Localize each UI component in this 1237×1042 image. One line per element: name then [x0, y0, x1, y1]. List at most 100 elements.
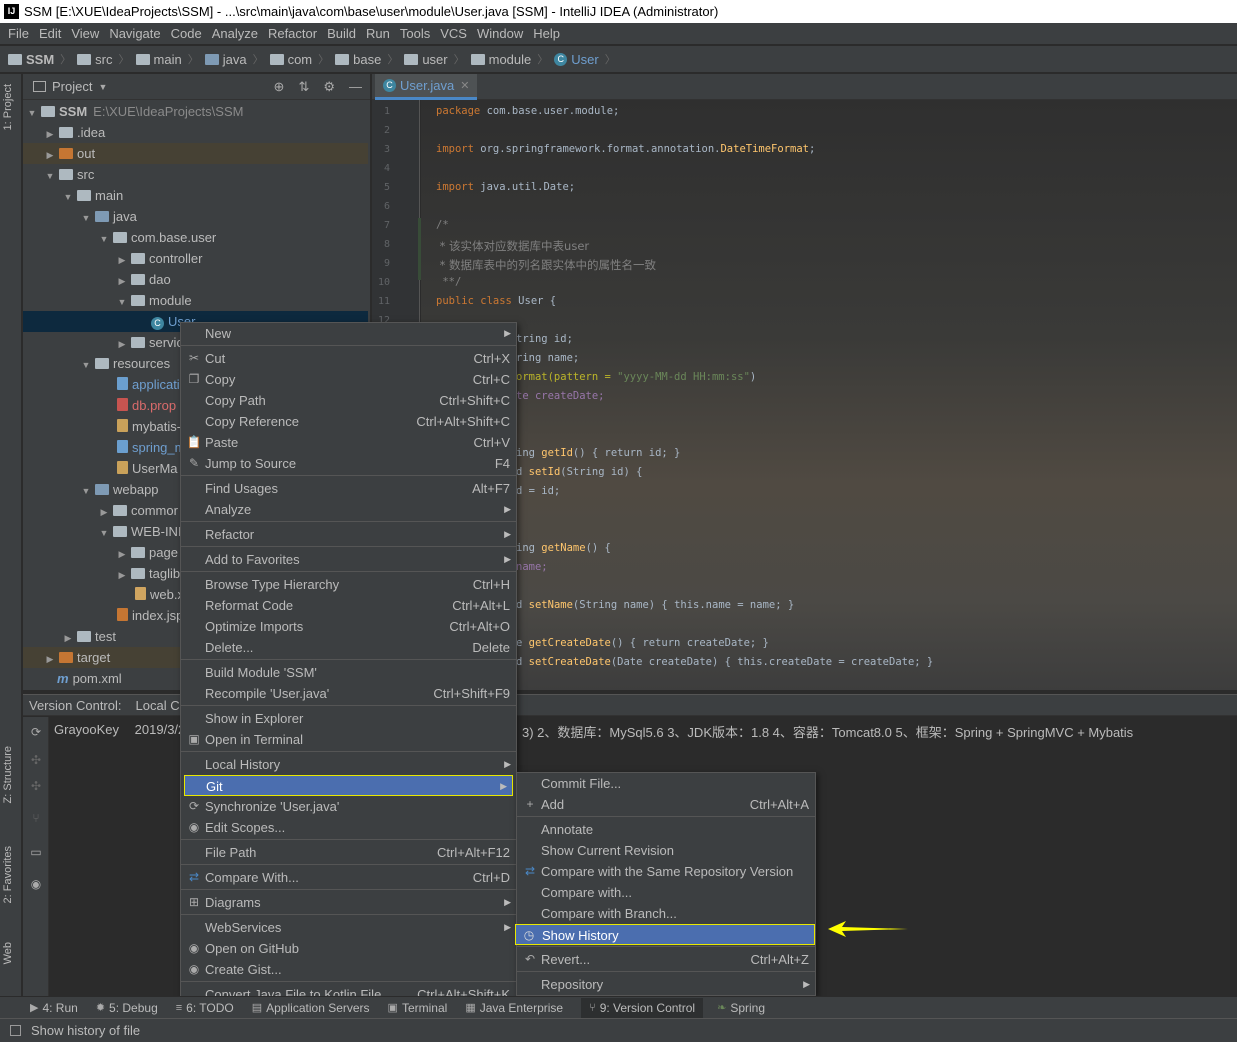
- breadcrumb-module[interactable]: module 〉: [470, 51, 548, 67]
- menu-item-copy-reference[interactable]: Copy Reference Ctrl+Alt+Shift+C: [181, 411, 516, 432]
- menu-item-local-history[interactable]: Local History ▶: [181, 754, 516, 775]
- menu-file[interactable]: File: [3, 26, 34, 41]
- tree-item-src[interactable]: ▼ src: [23, 164, 368, 185]
- menu-analyze[interactable]: Analyze: [207, 26, 263, 41]
- menu-item-compare-with[interactable]: ⇄ Compare With... Ctrl+D: [181, 867, 516, 888]
- breadcrumb-java[interactable]: java 〉: [204, 51, 264, 67]
- breadcrumb-main[interactable]: main 〉: [135, 51, 199, 67]
- menu-tools[interactable]: Tools: [395, 26, 435, 41]
- tab-application-servers[interactable]: ▤ Application Servers: [252, 1001, 370, 1015]
- tree-item-java[interactable]: ▼ java: [23, 206, 368, 227]
- tab-java-enterprise[interactable]: ▦ Java Enterprise: [465, 1001, 563, 1015]
- menu-item-delete[interactable]: Delete... Delete: [181, 637, 516, 658]
- menu-item-refactor[interactable]: Refactor ▶: [181, 524, 516, 545]
- refresh-icon[interactable]: ⟳: [29, 725, 43, 739]
- menu-item-create-gist[interactable]: ◉ Create Gist...: [181, 959, 516, 980]
- menu-vcs[interactable]: VCS: [435, 26, 472, 41]
- tab-project[interactable]: 1: Project: [2, 84, 14, 130]
- breadcrumb-base[interactable]: base 〉: [335, 51, 398, 67]
- breadcrumb-user[interactable]: user 〉: [404, 51, 465, 67]
- menu-edit[interactable]: Edit: [34, 26, 66, 41]
- tree-item-dao[interactable]: ▶ dao: [23, 269, 368, 290]
- menu-navigate[interactable]: Navigate: [104, 26, 165, 41]
- menu-code[interactable]: Code: [166, 26, 207, 41]
- menu-item-edit-scopes[interactable]: ◉ Edit Scopes...: [181, 817, 516, 838]
- menu-item-copy-path[interactable]: Copy Path Ctrl+Shift+C: [181, 390, 516, 411]
- tree-item-package[interactable]: ▼ com.base.user: [23, 227, 368, 248]
- project-panel-title[interactable]: Project: [52, 79, 92, 94]
- menu-help[interactable]: Help: [528, 26, 565, 41]
- tab-local-changes[interactable]: Local C: [136, 698, 180, 713]
- breadcrumb-ssm[interactable]: SSM 〉: [8, 51, 71, 67]
- close-icon[interactable]: ✕: [460, 79, 469, 92]
- menu-item-optimize-imports[interactable]: Optimize Imports Ctrl+Alt+O: [181, 616, 516, 637]
- github-icon[interactable]: ◉: [29, 877, 43, 891]
- tab-favorites[interactable]: 2: Favorites: [2, 846, 14, 903]
- menu-item-build-module[interactable]: Build Module 'SSM': [181, 662, 516, 683]
- tree-item-controller[interactable]: ▶ controller: [23, 248, 368, 269]
- menu-item-new[interactable]: New ▶: [181, 323, 516, 344]
- menu-item-show-current-revision[interactable]: Show Current Revision: [517, 840, 815, 861]
- menu-item-compare-with[interactable]: Compare with...: [517, 882, 815, 903]
- menu-item-annotate[interactable]: Annotate: [517, 819, 815, 840]
- menu-item-show-history[interactable]: ◷ Show History: [515, 924, 815, 945]
- code-editor[interactable]: package com.base.user.module; import org…: [421, 100, 1237, 690]
- menu-item-recompile[interactable]: Recompile 'User.java' Ctrl+Shift+F9: [181, 683, 516, 704]
- tab-spring[interactable]: ❧ Spring: [717, 1001, 765, 1015]
- tree-item-main[interactable]: ▼ main: [23, 185, 368, 206]
- menu-item-show-in-explorer[interactable]: Show in Explorer: [181, 708, 516, 729]
- menu-view[interactable]: View: [66, 26, 104, 41]
- menu-item-git[interactable]: Git ▶: [184, 775, 513, 796]
- chevron-down-icon[interactable]: ▼: [98, 82, 107, 92]
- menu-item-diagrams[interactable]: ⊞ Diagrams ▶: [181, 892, 516, 913]
- tab-version-control[interactable]: ⑂ 9: Version Control: [581, 997, 704, 1018]
- breadcrumb-src[interactable]: src 〉: [77, 51, 130, 67]
- menu-item-add-to-favorites[interactable]: Add to Favorites ▶: [181, 549, 516, 570]
- menu-item-open-in-terminal[interactable]: ▣ Open in Terminal: [181, 729, 516, 750]
- menu-item-compare-same-repo[interactable]: ⇄ Compare with the Same Repository Versio…: [517, 861, 815, 882]
- breadcrumb-com[interactable]: com 〉: [269, 51, 329, 67]
- menu-item-copy[interactable]: ❐ Copy Ctrl+C: [181, 369, 516, 390]
- tab-run[interactable]: ▶ 4: Run: [30, 1001, 78, 1015]
- tree-item-ssm[interactable]: ▼ SSM E:\XUE\IdeaProjects\SSM: [23, 101, 368, 122]
- collapse-all-icon[interactable]: ⇅: [298, 79, 309, 95]
- menu-item-find-usages[interactable]: Find Usages Alt+F7: [181, 478, 516, 499]
- tab-structure[interactable]: Z: Structure: [2, 746, 14, 803]
- menu-item-reformat-code[interactable]: Reformat Code Ctrl+Alt+L: [181, 595, 516, 616]
- commit-row[interactable]: GrayooKey 2019/3/2: [54, 722, 185, 737]
- tab-debug[interactable]: ✹ 5: Debug: [96, 1001, 158, 1015]
- menu-item-browse-type-hierarchy[interactable]: Browse Type Hierarchy Ctrl+H: [181, 574, 516, 595]
- menu-item-synchronize[interactable]: ⟳ Synchronize 'User.java': [181, 796, 516, 817]
- menu-item-cut[interactable]: ✂ Cut Ctrl+X: [181, 348, 516, 369]
- locate-icon[interactable]: ⊕: [274, 79, 285, 95]
- tool-window-toggle-icon[interactable]: [10, 1025, 21, 1036]
- menu-item-compare-with-branch[interactable]: Compare with Branch...: [517, 903, 815, 924]
- menu-item-webservices[interactable]: WebServices ▶: [181, 917, 516, 938]
- menu-build[interactable]: Build: [322, 26, 361, 41]
- editor-tab-user-java[interactable]: C User.java ✕: [375, 74, 478, 100]
- expand-arrow-icon[interactable]: ▼: [25, 103, 39, 124]
- cherry-pick-icon[interactable]: ✣: [29, 779, 43, 793]
- tree-item-idea[interactable]: ▶ .idea: [23, 122, 368, 143]
- details-icon[interactable]: ▭: [29, 845, 43, 859]
- breadcrumb-user-class[interactable]: C User 〉: [554, 51, 616, 67]
- branch-icon[interactable]: ⑂: [29, 811, 43, 825]
- menu-item-analyze[interactable]: Analyze ▶: [181, 499, 516, 520]
- menu-item-open-on-github[interactable]: ◉ Open on GitHub: [181, 938, 516, 959]
- menu-item-repository[interactable]: Repository ▶: [517, 974, 815, 995]
- cherry-pick-icon[interactable]: ✣: [29, 753, 43, 767]
- menu-item-revert[interactable]: ↶ Revert... Ctrl+Alt+Z: [517, 949, 815, 970]
- menu-item-add[interactable]: + Add Ctrl+Alt+A: [517, 794, 815, 815]
- menu-item-commit-file[interactable]: Commit File...: [517, 773, 815, 794]
- menu-item-file-path[interactable]: File Path Ctrl+Alt+F12: [181, 842, 516, 863]
- tree-item-module[interactable]: ▼ module: [23, 290, 368, 311]
- menu-refactor[interactable]: Refactor: [263, 26, 322, 41]
- menu-window[interactable]: Window: [472, 26, 528, 41]
- menu-item-jump-to-source[interactable]: ✎ Jump to Source F4: [181, 453, 516, 474]
- tab-web[interactable]: Web: [2, 942, 14, 964]
- gear-icon[interactable]: ⚙: [323, 79, 335, 95]
- tab-terminal[interactable]: ▣ Terminal: [388, 1001, 448, 1015]
- minimize-icon[interactable]: —: [349, 79, 362, 95]
- menu-run[interactable]: Run: [361, 26, 395, 41]
- menu-item-paste[interactable]: 📋 Paste Ctrl+V: [181, 432, 516, 453]
